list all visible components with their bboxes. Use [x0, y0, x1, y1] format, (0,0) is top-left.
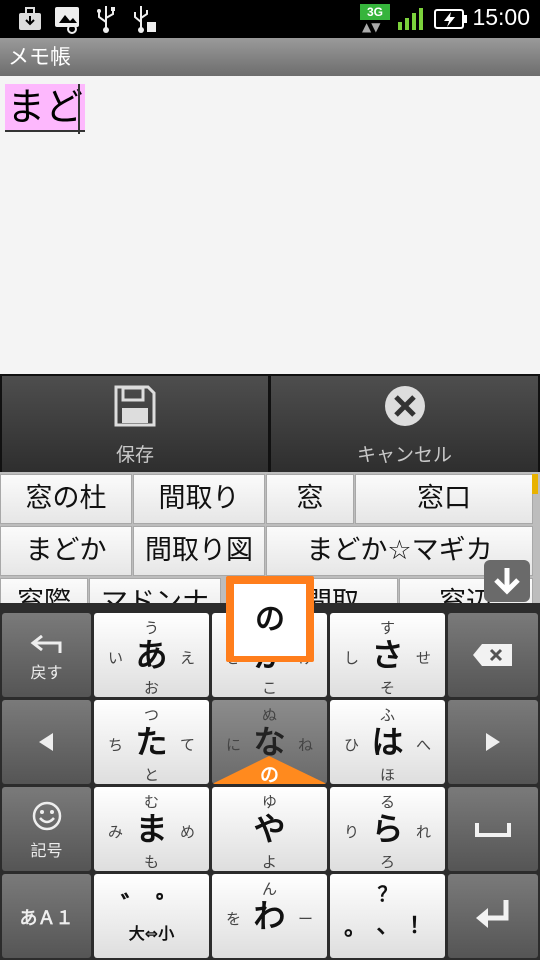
candidate-scrollbar[interactable] — [532, 474, 538, 494]
app-title: メモ帳 — [8, 45, 71, 69]
status-bar: 3G ▲▼ 15:00 — [0, 0, 540, 38]
size-toggle-label: 大⇔小 — [128, 924, 175, 943]
memo-text-area[interactable]: まど — [0, 76, 540, 374]
dakuten-marks: ゛ ゜ — [120, 892, 183, 922]
expand-candidates-button[interactable] — [484, 560, 530, 602]
flick-right: せ — [415, 649, 431, 667]
flick-right: へ — [415, 736, 431, 754]
signal-strength-icon — [398, 8, 423, 30]
input-mode-label: あＡ１ — [19, 908, 74, 929]
symbol-key[interactable]: 記号 — [2, 787, 91, 871]
key-main: や — [253, 810, 286, 848]
backspace-key[interactable] — [448, 613, 538, 697]
flick-down: と — [143, 766, 159, 784]
save-label: 保存 — [115, 444, 154, 466]
key-ya[interactable]: ゆ や よ — [212, 787, 327, 871]
cursor-right-key[interactable] — [448, 700, 538, 784]
clock: 15:00 — [472, 4, 530, 30]
key-ma[interactable]: む み ま め も — [94, 787, 209, 871]
text-cursor — [78, 84, 80, 134]
flick-down: ろ — [379, 853, 395, 871]
save-button[interactable]: 保存 — [2, 376, 268, 472]
flick-preview-popup: の — [226, 576, 314, 662]
flick-up: ん — [261, 880, 277, 898]
flick-up: む — [143, 793, 159, 811]
flick-up: す — [379, 619, 395, 637]
smiley-icon — [32, 801, 62, 831]
image-notification-icon — [55, 7, 79, 34]
triangle-left-icon — [39, 733, 53, 751]
triangle-right-icon — [486, 733, 500, 751]
flick-up: る — [379, 793, 395, 811]
app-title-bar: メモ帳 — [0, 38, 540, 76]
candidate-item[interactable]: 間取り — [133, 474, 265, 524]
floppy-disk-icon — [114, 385, 156, 427]
flick-down: も — [143, 853, 159, 871]
flick-down: こ — [261, 679, 277, 697]
close-icon — [384, 386, 425, 426]
dakuten-key[interactable]: ゛ ゜ 大⇔小 — [94, 874, 209, 958]
symbol-label: 記号 — [30, 841, 63, 860]
battery-charging-icon — [434, 9, 467, 29]
enter-key[interactable] — [448, 874, 538, 958]
flick-right: ね — [297, 736, 313, 754]
key-a[interactable]: う い あ え お — [94, 613, 209, 697]
cursor-left-key[interactable] — [2, 700, 91, 784]
space-key[interactable] — [448, 787, 538, 871]
flick-preview-char: の — [234, 584, 306, 656]
flick-down: よ — [261, 853, 277, 871]
candidate-item[interactable]: まどか — [0, 526, 132, 576]
flick-right: ！ — [408, 914, 431, 939]
network-type-badge: 3G — [360, 4, 390, 20]
arrow-down-icon — [494, 568, 520, 595]
flick-right: え — [179, 649, 195, 667]
candidate-item[interactable]: 窓 — [266, 474, 354, 524]
key-na[interactable]: ぬ に な ね の — [212, 700, 327, 784]
candidate-item[interactable]: 窓口 — [355, 474, 533, 524]
flick-up: ふ — [379, 706, 395, 724]
flick-down: の — [259, 764, 279, 784]
usb-icon — [97, 6, 115, 33]
usb-debug-icon — [134, 6, 156, 33]
key-sa[interactable]: す し さ せ そ — [330, 613, 445, 697]
cancel-button[interactable]: キャンセル — [271, 376, 538, 472]
flick-up: ぬ — [261, 706, 277, 724]
undo-arrow-icon — [30, 635, 62, 653]
key-ta[interactable]: つ ち た て と — [94, 700, 209, 784]
key-wa[interactable]: ん を わ ー — [212, 874, 327, 958]
enter-icon — [476, 900, 509, 928]
flick-down: そ — [379, 679, 395, 697]
flick-down: ほ — [379, 766, 395, 784]
flick-up: う — [143, 619, 159, 637]
cancel-label: キャンセル — [356, 444, 452, 466]
flick-up: ？ — [377, 882, 398, 906]
input-mode-key[interactable]: あＡ１ — [2, 874, 91, 958]
flick-up: つ — [143, 706, 159, 724]
flick-right: ー — [297, 910, 313, 928]
undo-key[interactable]: 戻す — [2, 613, 91, 697]
data-activity-icon: ▲▼ — [362, 20, 381, 34]
flick-right: て — [179, 736, 195, 754]
punctuation-key[interactable]: ？ 。 、 ！ — [330, 874, 445, 958]
flick-right: れ — [415, 823, 431, 841]
briefcase-download-icon — [19, 7, 41, 30]
candidate-item[interactable]: 間取り図 — [133, 526, 265, 576]
composing-text: まど — [5, 84, 86, 132]
space-icon — [475, 823, 511, 837]
flick-right: め — [179, 823, 195, 841]
backspace-icon — [473, 644, 512, 666]
key-ra[interactable]: る り ら れ ろ — [330, 787, 445, 871]
candidate-item[interactable]: 窓の杜 — [0, 474, 132, 524]
flick-down: お — [143, 679, 159, 697]
flick-up: ゆ — [261, 793, 277, 811]
key-ha[interactable]: ふ ひ は へ ほ — [330, 700, 445, 784]
undo-label: 戻す — [30, 663, 63, 682]
action-bar: 保存 キャンセル — [0, 374, 540, 472]
